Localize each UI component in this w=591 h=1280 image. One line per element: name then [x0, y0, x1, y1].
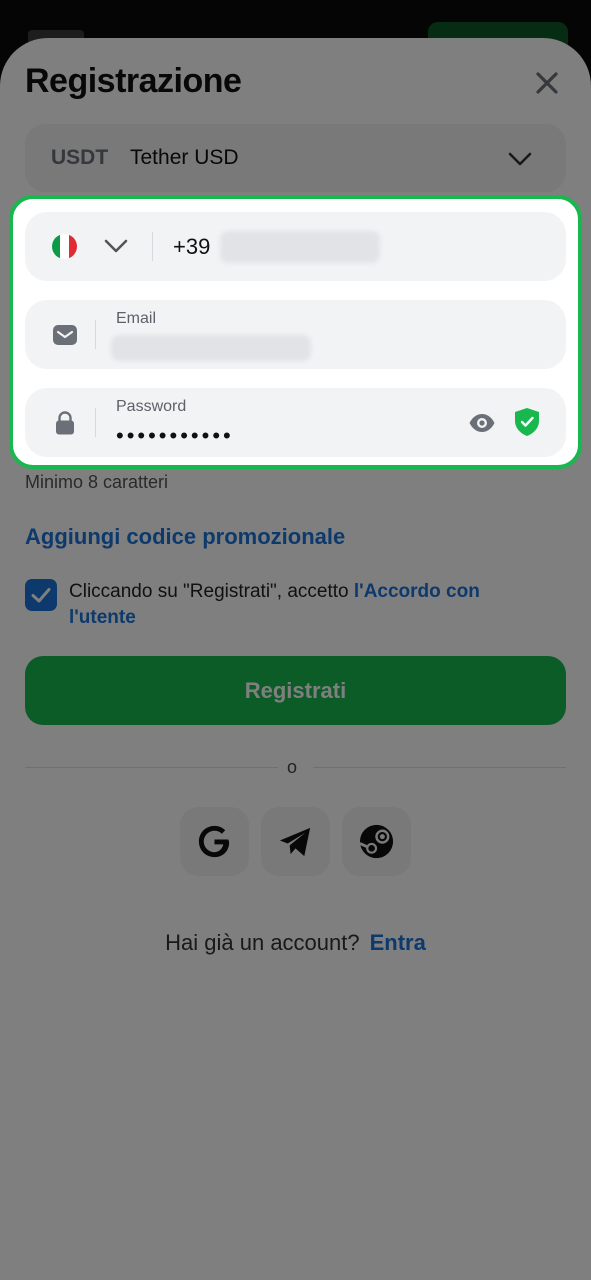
- phone-prefix: +39: [173, 234, 211, 259]
- divider-text: o: [287, 757, 298, 777]
- chevron-down-icon[interactable]: [103, 233, 129, 259]
- currency-select[interactable]: USDT Tether USD: [25, 124, 566, 192]
- login-prompt: Hai già un account? Entra: [0, 930, 591, 956]
- checkmark-icon: [31, 588, 51, 603]
- italy-flag-icon[interactable]: [52, 234, 77, 259]
- steam-icon: [359, 824, 394, 859]
- divider-left: [25, 767, 278, 768]
- terms-label: Cliccando su "Registrati", accetto: [69, 581, 354, 602]
- currency-name: Tether USD: [130, 146, 239, 169]
- email-label: Email: [116, 310, 157, 327]
- login-question: Hai già un account?: [165, 930, 360, 955]
- register-button[interactable]: Registrati: [25, 656, 566, 725]
- page-title: Registrazione: [25, 62, 242, 100]
- password-value: •••••••••••: [116, 423, 234, 448]
- google-login-button[interactable]: [180, 807, 249, 876]
- field-divider: [95, 408, 96, 437]
- field-divider: [152, 232, 153, 261]
- google-icon: [198, 825, 230, 858]
- chevron-down-icon: [508, 152, 532, 166]
- highlighted-form-fields: +39 Email Password •••••••••••: [9, 195, 582, 469]
- divider-right: [313, 767, 566, 768]
- redacted-phone-number: [220, 231, 380, 263]
- steam-login-button[interactable]: [342, 807, 411, 876]
- field-divider: [95, 320, 96, 349]
- telegram-icon: [279, 827, 311, 857]
- mail-icon: [53, 325, 77, 345]
- password-hint: Minimo 8 caratteri: [25, 472, 169, 492]
- eye-icon[interactable]: [468, 411, 496, 435]
- terms-text: Cliccando su "Registrati", accetto l'Acc…: [69, 579, 549, 631]
- promo-code-link[interactable]: Aggiungi codice promozionale: [25, 524, 345, 550]
- email-field[interactable]: Email: [25, 300, 566, 369]
- telegram-login-button[interactable]: [261, 807, 330, 876]
- password-label: Password: [116, 398, 187, 415]
- redacted-email: [111, 335, 311, 361]
- lock-icon: [56, 411, 74, 435]
- close-icon[interactable]: [530, 66, 564, 100]
- shield-check-icon: [515, 408, 539, 436]
- terms-checkbox[interactable]: [25, 579, 57, 611]
- login-link[interactable]: Entra: [370, 930, 426, 955]
- password-field[interactable]: Password •••••••••••: [25, 388, 566, 457]
- currency-code: USDT: [51, 146, 109, 169]
- phone-field[interactable]: +39: [25, 212, 566, 281]
